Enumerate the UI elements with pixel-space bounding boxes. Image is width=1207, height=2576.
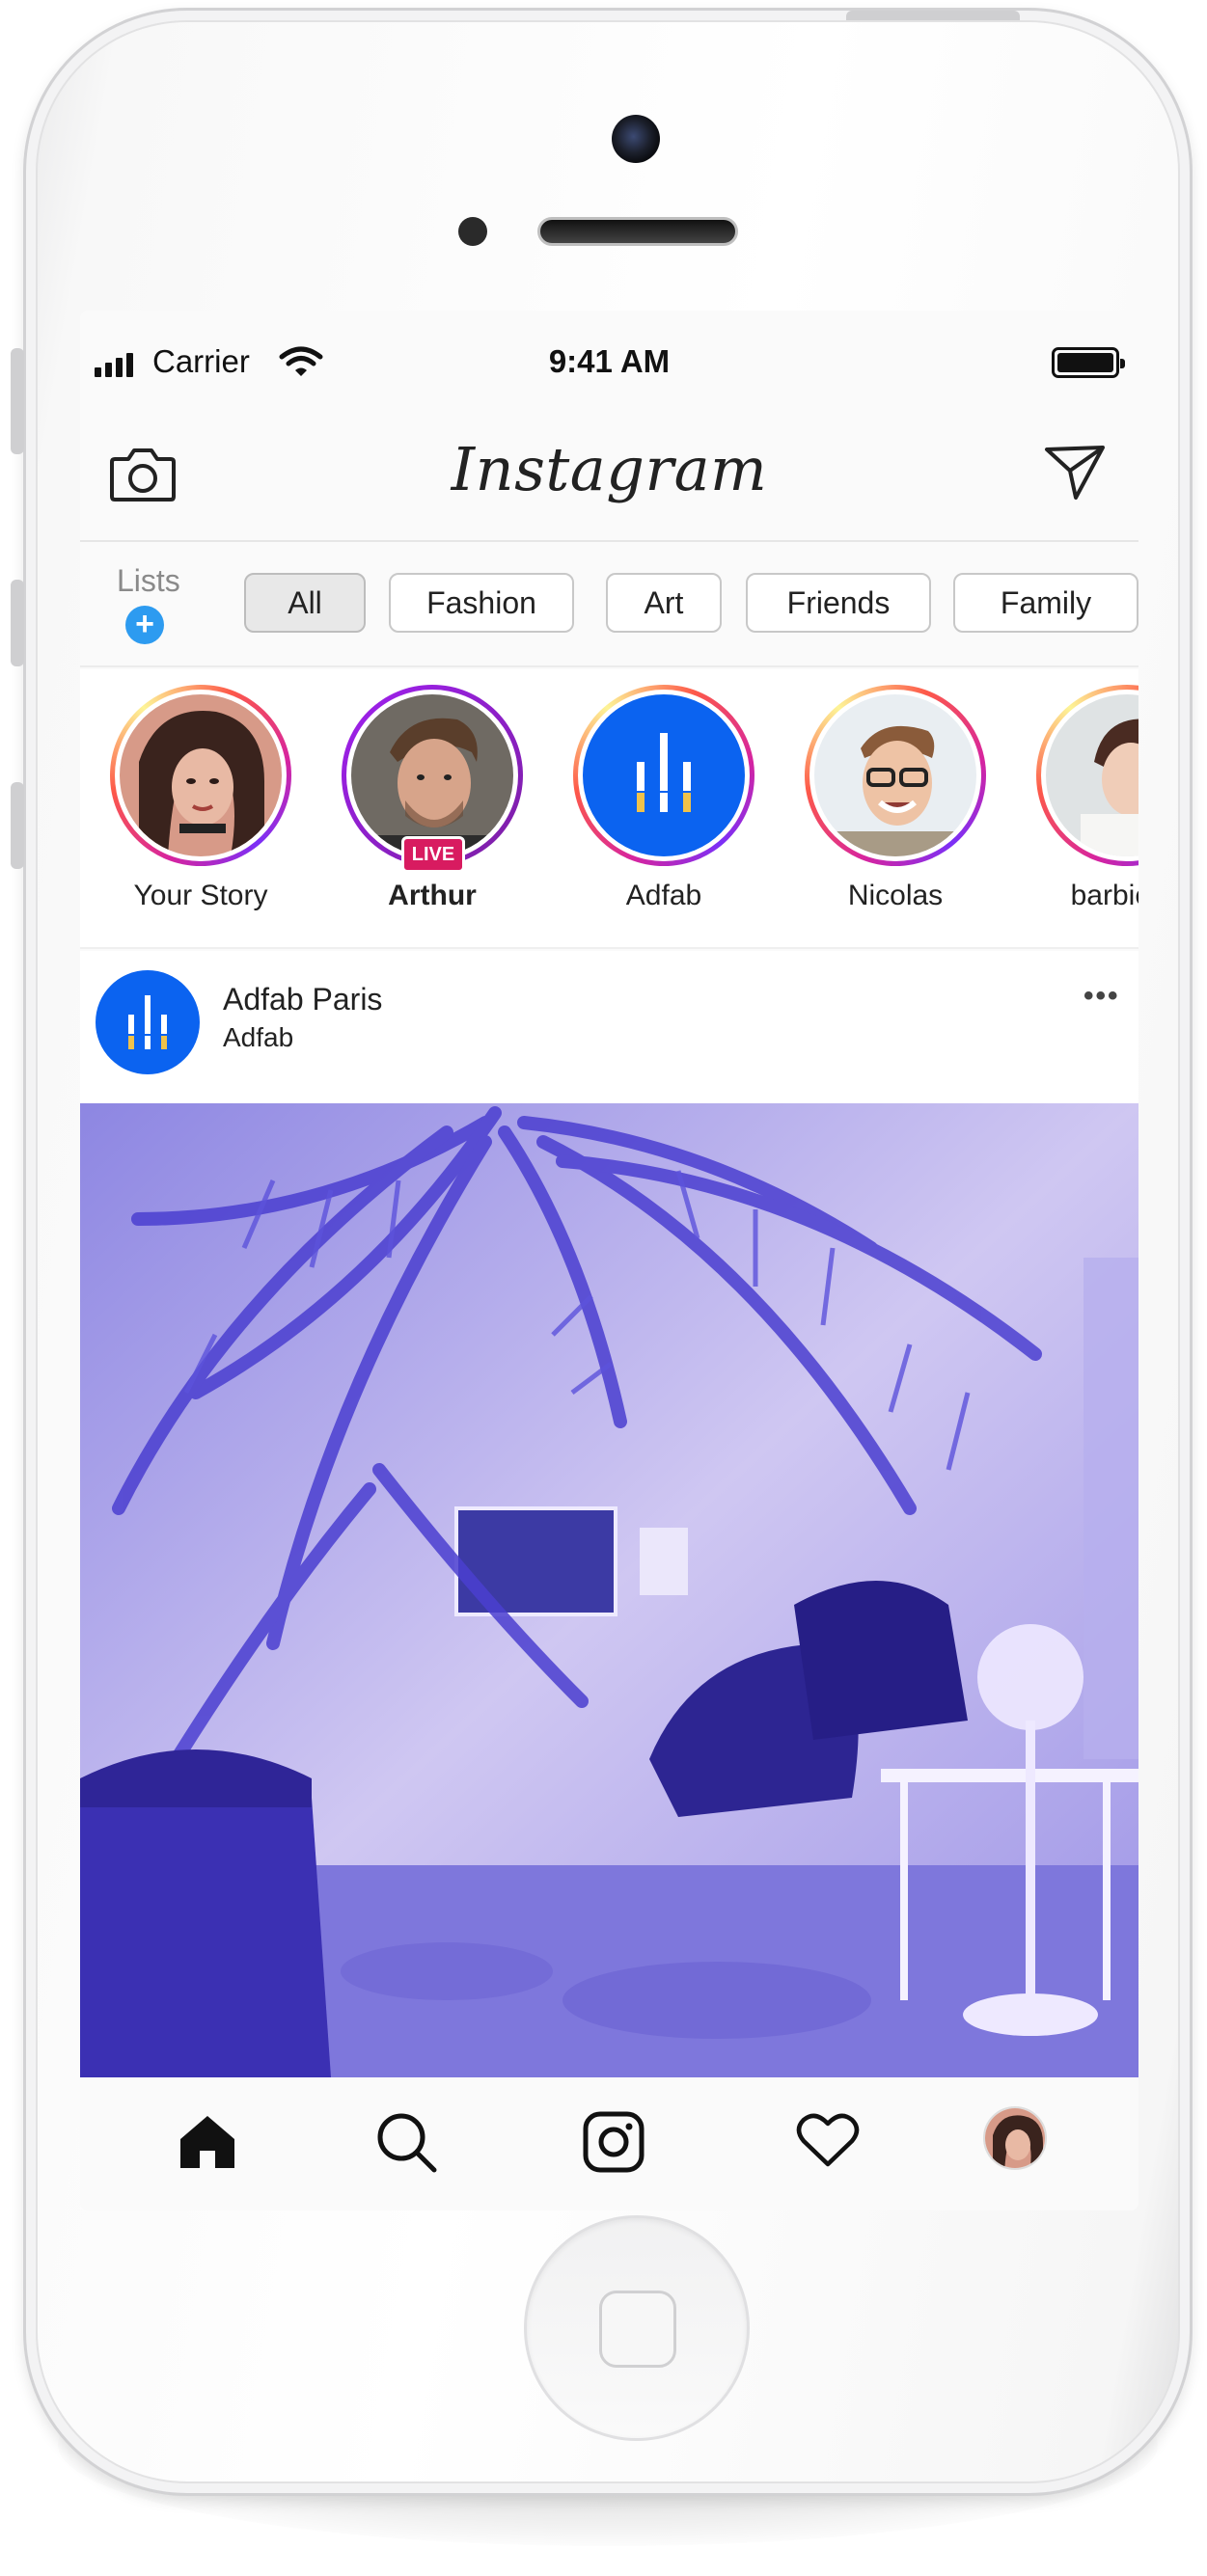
post-photo [80,1103,1138,2077]
volume-up-button [11,580,24,666]
post-location[interactable]: Adfab [223,1022,293,1053]
story-arthur[interactable]: LIVE Arthur [331,685,534,912]
story-ring [573,685,754,866]
chip-all[interactable]: All [244,573,366,633]
story-name: Nicolas [847,880,944,911]
story-barbie[interactable]: barbie_g [1026,685,1138,912]
story-ring [805,685,986,866]
app-header: Instagram [80,407,1138,542]
plus-icon[interactable]: + [125,606,164,644]
chip-friends[interactable]: Friends [746,573,931,633]
chip-family[interactable]: Family [953,573,1138,633]
post-header: Adfab Paris Adfab ••• [80,951,1138,1103]
profile-avatar[interactable] [983,2106,1047,2170]
chip-fashion[interactable]: Fashion [389,573,574,633]
story-name: Your Story [133,880,268,911]
avatar [583,694,745,856]
front-camera [612,115,660,163]
home-button[interactable] [524,2215,750,2441]
paper-plane-icon[interactable] [1043,442,1107,502]
story-name: Arthur [388,880,477,911]
mute-switch [11,348,24,454]
story-nicolas[interactable]: Nicolas [794,685,997,912]
more-options-icon[interactable]: ••• [1084,980,1120,1013]
power-button [846,11,1020,20]
avatar [814,694,976,856]
avatar [351,694,513,856]
adfab-logo [128,995,167,1049]
search-icon[interactable] [374,2110,438,2174]
live-badge: LIVE [401,836,465,873]
story-name: Adfab [625,880,702,911]
story-ring: LIVE [342,685,523,873]
post-author-avatar[interactable] [96,970,200,1074]
adfab-logo [583,694,745,856]
proximity-sensor [458,217,487,246]
home-icon[interactable] [177,2110,238,2172]
post-author-name[interactable]: Adfab Paris [223,982,382,1017]
avatar [1046,694,1138,856]
story-ring [110,685,291,866]
avatar [120,694,282,856]
home-button-icon [599,2291,676,2368]
chip-art[interactable]: Art [606,573,722,633]
lists-label: Lists [117,563,180,598]
story-adfab[interactable]: Adfab [562,685,765,912]
earpiece-speaker [537,217,738,246]
screen: Carrier 9:41 AM Instagram Lists + All Fa… [80,311,1138,2210]
post-image[interactable] [80,1103,1138,2077]
volume-down-button [11,782,24,869]
battery-icon [1052,347,1125,378]
status-bar: Carrier 9:41 AM [80,311,1138,407]
status-time: 9:41 AM [548,343,671,379]
story-ring [1036,685,1138,866]
tab-bar [80,2077,1138,2210]
story-your-story[interactable]: Your Story [99,685,302,912]
story-name: barbie_g [1070,880,1138,911]
camera-icon[interactable] [582,2110,645,2174]
app-logo: Instagram [451,434,768,504]
stories-tray: Your Story LIVE Arthur Adfab Nicolas bar… [80,669,1138,949]
heart-icon[interactable] [796,2110,860,2168]
lists-bar: Lists + All Fashion Art Friends Family [80,544,1138,667]
